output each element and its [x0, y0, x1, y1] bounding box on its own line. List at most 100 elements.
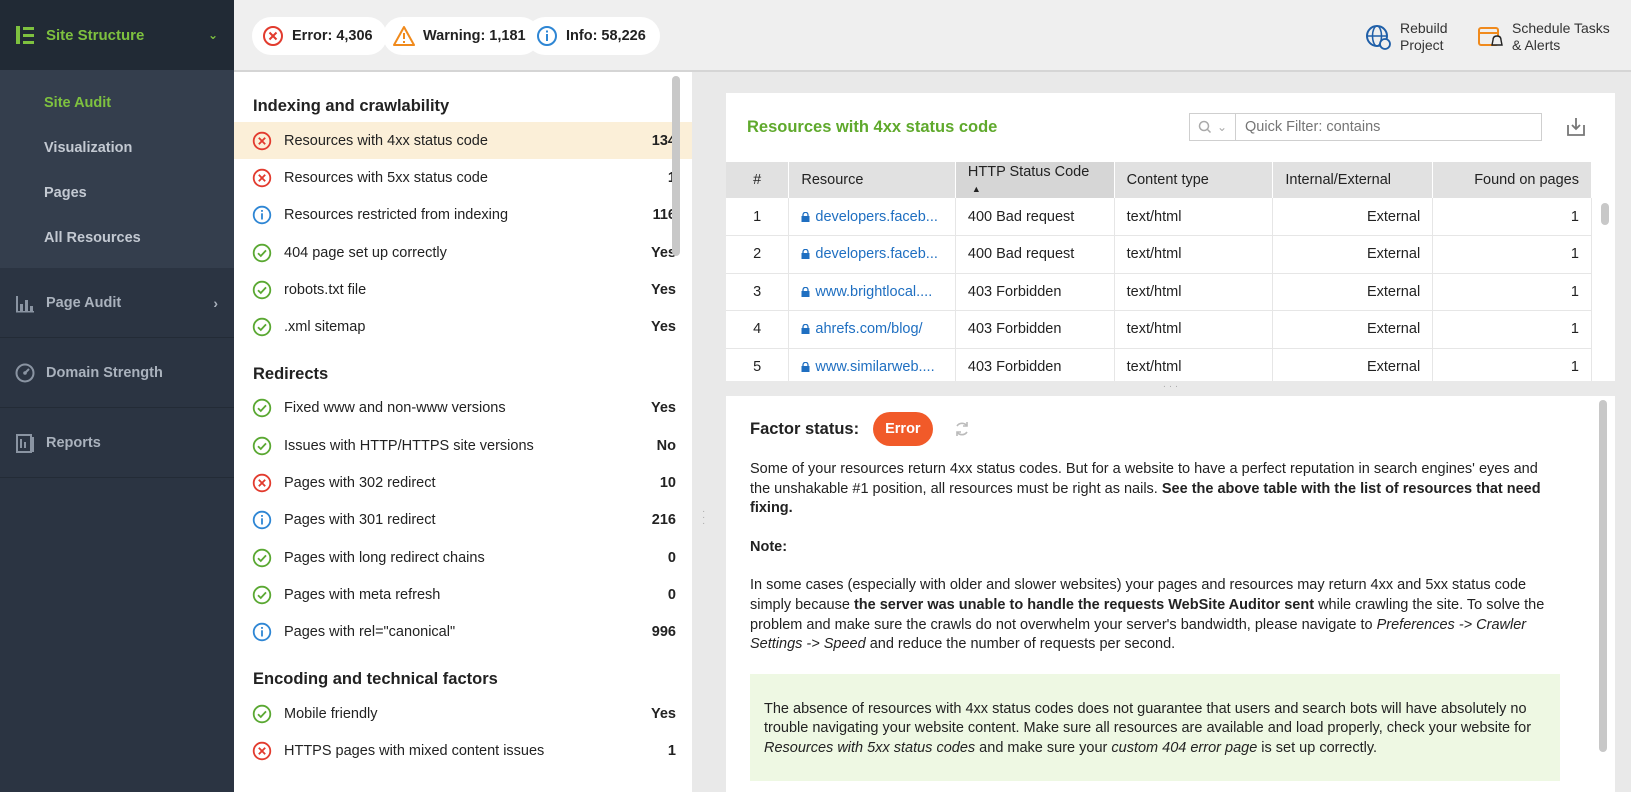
list-item[interactable]: robots.txt file Yes: [234, 271, 692, 308]
col-http-status[interactable]: HTTP Status Code ▲: [955, 162, 1115, 198]
list-item[interactable]: Pages with rel="canonical" 996: [234, 614, 692, 651]
issue-label: 404 page set up correctly: [284, 244, 447, 261]
list-item[interactable]: HTTPS pages with mixed content issues 1: [234, 732, 692, 769]
sidebar-item-site-audit[interactable]: Site Audit: [0, 80, 234, 125]
table-row[interactable]: 3 www.brightlocal.... 403 Forbidden text/ht…: [726, 273, 1592, 311]
lock-icon: [801, 361, 810, 372]
col-found-on-pages[interactable]: Found on pages: [1432, 162, 1592, 198]
list-item[interactable]: Mobile friendly Yes: [234, 695, 692, 732]
note-text: In some cases (especially with older and…: [750, 576, 1555, 654]
info-count-pill[interactable]: Info: 58,226: [526, 17, 660, 55]
refresh-icon[interactable]: [953, 420, 971, 438]
cell-content-type: text/html: [1114, 273, 1274, 311]
col-index[interactable]: #: [726, 162, 790, 198]
list-item[interactable]: Resources with 4xx status code 134: [234, 122, 692, 160]
search-icon[interactable]: ⌄: [1190, 114, 1236, 140]
top-bar: Error: 4,306 Warning: 1,181 Info: 58,226…: [234, 0, 1631, 72]
error-icon: [252, 741, 272, 760]
tip-c: and make sure your: [975, 739, 1112, 756]
issue-label: Resources with 4xx status code: [284, 132, 488, 149]
factor-status-row: Factor status: Error: [750, 412, 1585, 446]
resources-title: Resources with 4xx status code: [747, 118, 998, 136]
list-item[interactable]: Issues with HTTP/HTTPS site versions No: [234, 427, 692, 464]
cell-resource[interactable]: developers.faceb...: [788, 235, 956, 274]
vertical-splitter[interactable]: · · ·: [698, 72, 710, 792]
list-item[interactable]: Fixed www and non-www versions Yes: [234, 390, 692, 427]
tip-box: The absence of resources with 4xx status…: [750, 673, 1560, 781]
cell-internal-external: External: [1272, 198, 1434, 236]
cell-resource[interactable]: developers.faceb...: [788, 198, 956, 236]
issue-value: 216: [651, 512, 676, 529]
splitter-grip: · · ·: [702, 506, 706, 529]
quick-filter: ⌄: [1189, 113, 1542, 141]
reports-icon: [16, 433, 34, 453]
schedule-tasks-button[interactable]: Schedule Tasks & Alerts: [1476, 20, 1610, 54]
cell-index: 1: [726, 198, 790, 236]
error-count-pill[interactable]: Error: 4,306: [252, 17, 387, 55]
resource-link: www.brightlocal....: [815, 283, 933, 300]
issues-scrollbar[interactable]: [672, 76, 680, 256]
cell-http-status: 403 Forbidden: [955, 310, 1115, 349]
table-row[interactable]: 4 ahrefs.com/blog/403 Forbidden text/html E…: [726, 310, 1592, 349]
resources-table: # Resource HTTP Status Code ▲ Content ty…: [726, 162, 1592, 381]
info-icon: [537, 26, 557, 46]
list-item[interactable]: Pages with 302 redirect 10: [234, 464, 692, 501]
cell-resource[interactable]: ahrefs.com/blog/: [788, 310, 956, 349]
download-icon[interactable]: [1564, 115, 1588, 139]
horizontal-splitter[interactable]: · · ·: [726, 381, 1615, 395]
cell-found-on-pages: 1: [1432, 198, 1592, 236]
site-structure-label: Site Structure: [46, 26, 145, 44]
list-item[interactable]: Resources restricted from indexing 116: [234, 197, 692, 234]
warning-icon: [393, 26, 415, 46]
table-row[interactable]: 2 developers.faceb... 400 Bad request text/…: [726, 235, 1592, 274]
chevron-down-icon: ⌄: [207, 28, 218, 42]
sidebar-item-all-resources[interactable]: All Resources: [0, 215, 234, 260]
info-icon: [252, 206, 272, 225]
schedule-line2: & Alerts: [1512, 37, 1561, 53]
rebuild-project-button[interactable]: Rebuild Project: [1364, 20, 1447, 54]
check-icon: [252, 280, 272, 300]
resource-link: ahrefs.com/blog/: [815, 321, 923, 338]
sidebar-item-page-audit[interactable]: Page Audit ›: [0, 268, 234, 338]
section-title: Indexing and crawlability: [253, 97, 450, 115]
issue-label: Pages with meta refresh: [284, 586, 441, 603]
col-internal-external[interactable]: Internal/External: [1272, 162, 1434, 198]
cell-found-on-pages: 1: [1432, 348, 1592, 381]
page-audit-label: Page Audit: [46, 294, 122, 311]
sidebar-item-pages[interactable]: Pages: [0, 170, 234, 215]
list-item[interactable]: Pages with meta refresh 0: [234, 576, 692, 613]
cell-resource[interactable]: www.similarweb....: [788, 348, 956, 381]
col-content-type[interactable]: Content type: [1114, 162, 1274, 198]
sort-asc-icon: ▲: [971, 184, 981, 194]
info-count: Info: 58,226: [566, 28, 646, 44]
factor-scrollbar[interactable]: [1599, 400, 1607, 752]
factor-panel: Factor status: Error Some of your resour…: [726, 396, 1615, 792]
table-row[interactable]: 1 developers.faceb... 400 Bad request text/…: [726, 198, 1592, 236]
list-item[interactable]: Resources with 5xx status code1: [234, 159, 692, 196]
warning-count-pill[interactable]: Warning: 1,181: [383, 17, 540, 55]
error-count: Error: 4,306: [292, 28, 373, 44]
issue-label: Pages with long redirect chains: [284, 549, 485, 566]
check-icon: [252, 548, 272, 567]
list-item[interactable]: 404 page set up correctly Yes: [234, 234, 692, 271]
issue-label: Pages with 302 redirect: [284, 475, 436, 492]
tip-a: The absence of resources with 4xx status…: [764, 700, 1532, 737]
table-row[interactable]: 5 www.similarweb.... 403 Forbidden text/htm…: [726, 348, 1592, 381]
sidebar-item-reports[interactable]: Reports: [0, 408, 234, 478]
cell-index: 4: [726, 310, 790, 349]
cell-resource[interactable]: www.brightlocal....: [788, 273, 956, 311]
list-item[interactable]: .xml sitemap Yes: [234, 308, 692, 345]
col-resource[interactable]: Resource: [788, 162, 956, 198]
list-item[interactable]: Pages with 301 redirect 216: [234, 502, 692, 539]
cell-content-type: text/html: [1114, 198, 1274, 236]
quick-filter-input[interactable]: [1236, 119, 1536, 135]
sidebar-item-domain-strength[interactable]: Domain Strength: [0, 338, 234, 408]
cell-http-status: 400 Bad request: [955, 198, 1115, 236]
sidebar-item-visualization[interactable]: Visualization: [0, 125, 234, 170]
list-item[interactable]: Pages with long redirect chains 0: [234, 539, 692, 576]
cell-found-on-pages: 1: [1432, 273, 1592, 311]
cell-index: 2: [726, 235, 790, 274]
tip-d: custom 404 error page: [1111, 739, 1258, 756]
site-structure-header[interactable]: Site Structure ⌄: [0, 0, 234, 70]
table-scrollbar[interactable]: [1601, 203, 1609, 225]
